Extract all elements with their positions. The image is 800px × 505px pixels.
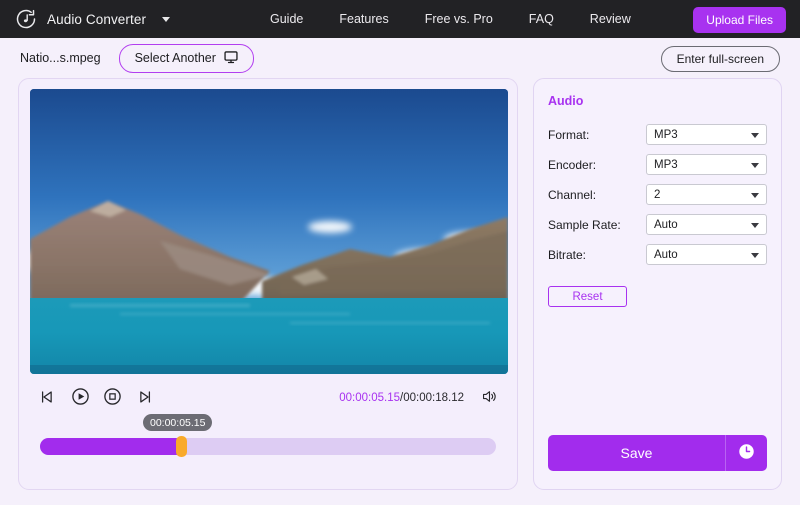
- nav-item-free-vs-pro[interactable]: Free vs. Pro: [425, 12, 493, 26]
- stop-circle-icon: [103, 387, 122, 409]
- seek-bar[interactable]: [40, 436, 496, 457]
- rewind-icon: [39, 388, 57, 409]
- format-select-value: MP3: [654, 128, 678, 141]
- select-another-button[interactable]: Select Another: [118, 43, 254, 73]
- chevron-down-icon: [751, 222, 759, 228]
- previous-frame-button[interactable]: [36, 386, 60, 410]
- chevron-down-icon: [751, 252, 759, 258]
- encoder-select-value: MP3: [654, 158, 678, 171]
- chevron-down-icon[interactable]: [162, 16, 171, 22]
- chevron-down-icon: [751, 162, 759, 168]
- upload-files-button[interactable]: Upload Files: [693, 7, 786, 33]
- panel-title: Audio: [548, 94, 584, 108]
- field-channel: Channel: 2: [548, 184, 767, 205]
- nav-item-features[interactable]: Features: [339, 12, 388, 26]
- chevron-down-icon: [751, 192, 759, 198]
- field-format: Format: MP3: [548, 124, 767, 145]
- channel-select[interactable]: 2: [646, 184, 767, 205]
- file-action-row: Natio...s.mpeg Select Another Enter full…: [0, 38, 800, 78]
- select-another-label: Select Another: [134, 51, 216, 65]
- seek-bar-wrapper: [30, 436, 506, 457]
- bitrate-select-value: Auto: [654, 248, 678, 261]
- top-navigation-bar: Audio Converter Guide Features Free vs. …: [0, 0, 800, 38]
- audio-settings-panel: Audio Format: MP3 Encoder: MP3 Channel: …: [533, 78, 782, 490]
- monitor-icon: [224, 50, 238, 67]
- app-window: Audio Converter Guide Features Free vs. …: [0, 0, 800, 505]
- field-bitrate: Bitrate: Auto: [548, 244, 767, 265]
- seek-bar-handle[interactable]: [176, 436, 188, 457]
- field-label-sample-rate: Sample Rate:: [548, 217, 621, 232]
- field-label-channel: Channel:: [548, 187, 597, 202]
- bitrate-select[interactable]: Auto: [646, 244, 767, 265]
- save-button-group: Save: [548, 435, 767, 471]
- sample-rate-select[interactable]: Auto: [646, 214, 767, 235]
- video-preview[interactable]: [30, 89, 508, 374]
- current-time: 00:00:05.15: [339, 392, 401, 404]
- field-label-encoder: Encoder:: [548, 157, 597, 172]
- nav-item-guide[interactable]: Guide: [270, 12, 303, 26]
- music-note-circle-icon: [14, 7, 38, 31]
- play-button[interactable]: [68, 386, 92, 410]
- speaker-icon: [481, 388, 498, 408]
- channel-select-value: 2: [654, 188, 661, 201]
- clock-icon: [737, 442, 756, 464]
- current-file-name: Natio...s.mpeg: [20, 51, 101, 65]
- save-button[interactable]: Save: [548, 435, 725, 471]
- video-player-panel: 00:00:05.15/00:00:18.12 00:00:05.15: [18, 78, 518, 490]
- nav-item-faq[interactable]: FAQ: [529, 12, 554, 26]
- main-content: 00:00:05.15/00:00:18.12 00:00:05.15 Audi…: [0, 78, 800, 490]
- next-frame-button[interactable]: [132, 386, 156, 410]
- field-encoder: Encoder: MP3: [548, 154, 767, 175]
- save-schedule-button[interactable]: [725, 435, 767, 471]
- play-circle-icon: [71, 387, 90, 409]
- field-label-format: Format:: [548, 127, 590, 142]
- encoder-select[interactable]: MP3: [646, 154, 767, 175]
- chevron-down-icon: [751, 132, 759, 138]
- enter-fullscreen-button[interactable]: Enter full-screen: [660, 46, 780, 72]
- stop-button[interactable]: [100, 386, 124, 410]
- field-sample-rate: Sample Rate: Auto: [548, 214, 767, 235]
- brand-logo[interactable]: Audio Converter: [14, 7, 171, 31]
- sample-rate-select-value: Auto: [654, 218, 678, 231]
- forward-icon: [135, 388, 153, 409]
- field-label-bitrate: Bitrate:: [548, 247, 587, 262]
- reset-button[interactable]: Reset: [548, 286, 627, 307]
- volume-button[interactable]: [478, 387, 500, 409]
- main-nav: Guide Features Free vs. Pro FAQ Review: [270, 0, 631, 38]
- seek-tooltip-row: 00:00:05.15: [30, 414, 506, 434]
- brand-title: Audio Converter: [47, 11, 147, 27]
- seek-tooltip: 00:00:05.15: [143, 414, 213, 431]
- time-display: 00:00:05.15/00:00:18.12: [339, 392, 464, 404]
- nav-item-review[interactable]: Review: [590, 12, 631, 26]
- seek-bar-fill: [40, 438, 180, 455]
- player-controls: 00:00:05.15/00:00:18.12: [30, 382, 506, 414]
- total-time: 00:00:18.12: [403, 392, 464, 404]
- format-select[interactable]: MP3: [646, 124, 767, 145]
